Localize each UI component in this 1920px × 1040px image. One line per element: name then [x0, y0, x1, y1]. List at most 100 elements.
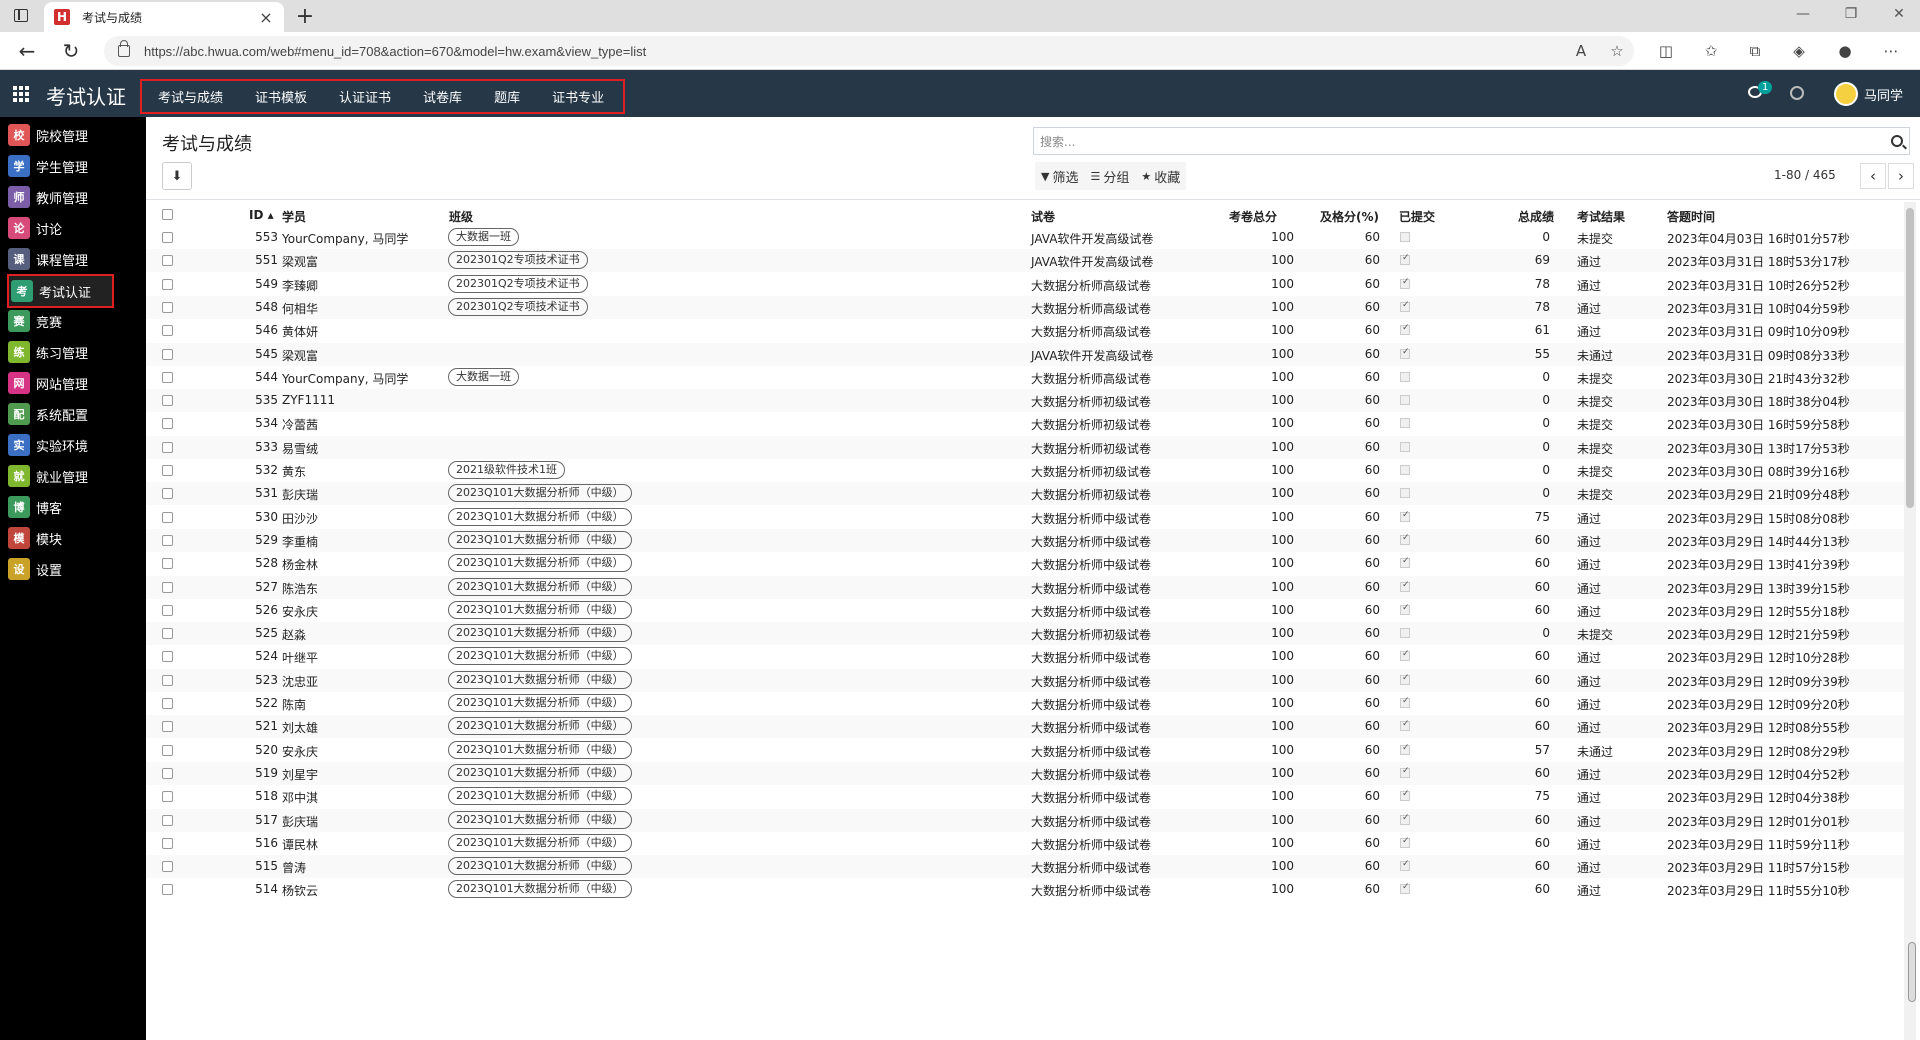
row-checkbox[interactable] [162, 418, 173, 430]
row-checkbox[interactable] [162, 604, 173, 616]
table-row[interactable]: 524 叶继平 2023Q101大数据分析师（中级） 大数据分析师中级试卷 100 60 6… [146, 645, 1906, 668]
table-row[interactable]: 525 赵淼 2023Q101大数据分析师（中级） 大数据分析师初级试卷 100 60 0 未… [146, 622, 1906, 646]
scrollbar-thumb[interactable] [1906, 208, 1914, 508]
table-row[interactable]: 532 黄东 2021级软件技术1班 大数据分析师初级试卷 100 60 0 未提交 2023年… [146, 459, 1906, 482]
resize-handle[interactable] [1908, 942, 1916, 1002]
row-checkbox[interactable] [162, 674, 173, 686]
row-checkbox[interactable] [162, 395, 173, 407]
table-row[interactable]: 546 黄体妍 大数据分析师高级试卷 100 60 61 通过 2023年03月31日 09时… [146, 319, 1906, 342]
favorites-icon[interactable]: ✩ [1702, 42, 1720, 60]
pager-value[interactable]: 1-80 / 465 [1774, 168, 1836, 182]
column-time[interactable]: 答题时间 [1667, 208, 1715, 225]
row-checkbox[interactable] [162, 837, 173, 849]
address-bar[interactable]: https://abc.hwua.com/web#menu_id=708&act… [104, 36, 1634, 66]
row-checkbox[interactable] [162, 767, 173, 779]
menu-exam-scores[interactable]: 考试与成绩 [142, 87, 239, 106]
favorite-button[interactable]: ★ 收藏 [1135, 162, 1186, 190]
table-row[interactable]: 517 彭庆瑞 2023Q101大数据分析师（中级） 大数据分析师中级试卷 100 60 6… [146, 808, 1906, 832]
column-student[interactable]: 学员 [282, 208, 306, 225]
sidebar-item-job[interactable]: 就就业管理 [8, 460, 114, 492]
apps-grid-icon[interactable] [13, 86, 29, 102]
download-button[interactable]: ⬇ [162, 162, 192, 190]
more-icon[interactable]: ⋯ [1882, 42, 1900, 60]
table-row[interactable]: 530 田沙沙 2023Q101大数据分析师（中级） 大数据分析师中级试卷 100 60 7… [146, 506, 1906, 529]
sidebar-item-school[interactable]: 校院校管理 [8, 119, 114, 151]
row-checkbox[interactable] [162, 488, 173, 500]
sidebar-item-student[interactable]: 学学生管理 [8, 150, 114, 182]
search-input[interactable]: 搜索... [1033, 127, 1910, 155]
new-tab-icon[interactable]: + [294, 4, 316, 29]
sidebar-item-config[interactable]: 配系统配置 [8, 398, 114, 430]
table-row[interactable]: 523 沈忠亚 2023Q101大数据分析师（中级） 大数据分析师中级试卷 100 60 6… [146, 668, 1906, 692]
row-checkbox[interactable] [162, 628, 173, 640]
column-total[interactable]: 考卷总分 [1229, 208, 1277, 225]
table-row[interactable]: 534 冷蕾茜 大数据分析师初级试卷 100 60 0 未提交 2023年03月30日 16时… [146, 412, 1906, 435]
table-row[interactable]: 548 何相华 202301Q2专项技术证书 大数据分析师高级试卷 100 60 78 通过 2… [146, 295, 1906, 319]
table-row[interactable]: 533 易雪绒 大数据分析师初级试卷 100 60 0 未提交 2023年03月30日 13时… [146, 435, 1906, 459]
row-checkbox[interactable] [162, 534, 173, 546]
menu-cert-templates[interactable]: 证书模板 [239, 87, 323, 106]
row-checkbox[interactable] [162, 371, 173, 383]
column-class[interactable]: 班级 [449, 208, 473, 225]
menu-certificates[interactable]: 认证证书 [323, 87, 407, 106]
back-icon[interactable]: ← [14, 38, 40, 64]
column-result[interactable]: 考试结果 [1577, 208, 1625, 225]
menu-cert-majors[interactable]: 证书专业 [536, 87, 620, 106]
row-checkbox[interactable] [162, 581, 173, 593]
reload-icon[interactable]: ↻ [58, 38, 84, 64]
collections-icon[interactable]: ⧉ [1746, 42, 1764, 60]
filter-button[interactable]: ▼ 筛选 [1035, 162, 1084, 190]
table-row[interactable]: 514 杨钦云 2023Q101大数据分析师（中级） 大数据分析师中级试卷 100 60 6… [146, 878, 1906, 901]
row-checkbox[interactable] [162, 884, 173, 896]
activity-clock-icon[interactable] [1790, 86, 1804, 100]
table-row[interactable]: 516 谭民林 2023Q101大数据分析师（中级） 大数据分析师中级试卷 100 60 6… [146, 832, 1906, 855]
column-pass[interactable]: 及格分(%) [1320, 208, 1379, 225]
row-checkbox[interactable] [162, 698, 173, 709]
sidebar-item-lab[interactable]: 实实验环境 [8, 429, 114, 461]
sidebar-item-contest[interactable]: 赛竞赛 [8, 305, 114, 337]
row-checkbox[interactable] [162, 278, 173, 290]
sidebar-item-module[interactable]: 模模块 [8, 522, 114, 554]
row-checkbox[interactable] [162, 861, 173, 873]
menu-paper-bank[interactable]: 试卷库 [407, 87, 478, 106]
table-row[interactable]: 521 刘太雄 2023Q101大数据分析师（中级） 大数据分析师中级试卷 100 60 6… [146, 715, 1906, 739]
close-window-icon[interactable]: ✕ [1889, 6, 1909, 22]
table-row[interactable]: 515 曾涛 2023Q101大数据分析师（中级） 大数据分析师中级试卷 100 60 60… [146, 855, 1906, 879]
sidebar-item-website[interactable]: 网网站管理 [8, 367, 114, 399]
favorite-star-icon[interactable]: ☆ [1608, 42, 1626, 60]
sidebar-item-exam[interactable]: 考考试认证 [7, 274, 114, 308]
close-tab-icon[interactable]: × [258, 8, 274, 27]
table-row[interactable]: 535 ZYF1111 大数据分析师初级试卷 100 60 0 未提交 2023年03月30日… [146, 389, 1906, 413]
profile-icon[interactable]: ● [1836, 42, 1854, 60]
row-checkbox[interactable] [162, 511, 173, 523]
row-checkbox[interactable] [162, 814, 173, 826]
row-checkbox[interactable] [162, 651, 173, 663]
row-checkbox[interactable] [162, 441, 173, 453]
table-row[interactable]: 526 安永庆 2023Q101大数据分析师（中级） 大数据分析师中级试卷 100 60 6… [146, 599, 1906, 622]
sidebar-item-practice[interactable]: 练练习管理 [8, 336, 114, 368]
row-checkbox[interactable] [162, 558, 173, 570]
sidebar-item-settings[interactable]: 设设置 [8, 553, 114, 585]
window-menu-icon[interactable] [14, 9, 28, 22]
row-checkbox[interactable] [162, 301, 173, 313]
next-page-button[interactable]: › [1888, 163, 1914, 189]
table-row[interactable]: 529 李重楠 2023Q101大数据分析师（中级） 大数据分析师中级试卷 100 60 6… [146, 528, 1906, 552]
sidebar-item-blog[interactable]: 博博客 [8, 491, 114, 523]
read-aloud-icon[interactable]: A [1572, 42, 1590, 60]
table-row[interactable]: 531 彭庆瑞 2023Q101大数据分析师（中级） 大数据分析师初级试卷 100 60 0… [146, 482, 1906, 506]
search-icon[interactable] [1891, 135, 1903, 147]
restore-icon[interactable]: ❐ [1841, 6, 1861, 22]
table-row[interactable]: 520 安永庆 2023Q101大数据分析师（中级） 大数据分析师中级试卷 100 60 5… [146, 739, 1906, 762]
table-row[interactable]: 519 刘星宇 2023Q101大数据分析师（中级） 大数据分析师中级试卷 100 60 6… [146, 761, 1906, 785]
select-all-checkbox[interactable] [162, 209, 173, 220]
user-name[interactable]: 马同学 [1864, 85, 1903, 104]
column-submitted[interactable]: 已提交 [1399, 208, 1435, 225]
row-checkbox[interactable] [162, 744, 173, 756]
sidebar-item-chat[interactable]: 论讨论 [8, 212, 114, 244]
sidebar-item-course[interactable]: 课课程管理 [8, 243, 114, 275]
group-button[interactable]: ☰ 分组 [1084, 162, 1135, 190]
table-row[interactable]: 553 YourCompany, 马同学 大数据一班 JAVA软件开发高级试卷 100 6… [146, 226, 1906, 249]
column-score[interactable]: 总成绩 [1518, 208, 1554, 225]
table-row[interactable]: 545 梁观富 JAVA软件开发高级试卷 100 60 55 未通过 2023年03月31日 … [146, 342, 1906, 366]
menu-question-bank[interactable]: 题库 [478, 87, 536, 106]
